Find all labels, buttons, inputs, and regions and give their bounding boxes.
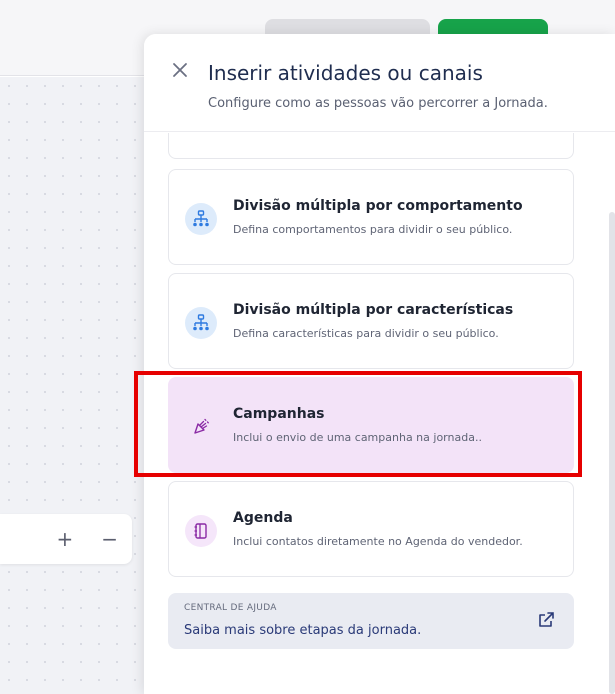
insert-activities-panel: Inserir atividades ou canais Configure c… bbox=[144, 34, 615, 694]
split-tree-icon bbox=[185, 203, 217, 235]
zoom-out-button[interactable]: − bbox=[101, 529, 118, 549]
card-title: Divisão múltipla por características bbox=[233, 302, 514, 318]
card-description: Inclui contatos diretamente no Agenda do… bbox=[233, 535, 523, 548]
card-description: Defina características para dividir o se… bbox=[233, 327, 499, 340]
panel-scrollbar[interactable] bbox=[609, 212, 615, 694]
help-center-link[interactable]: CENTRAL DE AJUDA Saiba mais sobre etapas… bbox=[168, 593, 574, 649]
split-tree-icon bbox=[185, 307, 217, 339]
activities-list: Divisão múltipla por comportamento Defin… bbox=[144, 133, 615, 694]
activity-card-partial[interactable] bbox=[168, 133, 574, 159]
close-icon[interactable] bbox=[170, 60, 190, 80]
help-link-text[interactable]: Saiba mais sobre etapas da jornada. bbox=[184, 623, 421, 638]
zoom-controls: + − bbox=[0, 514, 132, 564]
card-title: Agenda bbox=[233, 510, 293, 526]
activity-card-characteristics-split[interactable]: Divisão múltipla por características Def… bbox=[168, 273, 574, 369]
panel-title: Inserir atividades ou canais bbox=[208, 61, 483, 85]
megaphone-icon bbox=[185, 411, 217, 443]
activity-card-campaigns[interactable]: Campanhas Inclui o envio de uma campanha… bbox=[168, 377, 574, 473]
card-title: Campanhas bbox=[233, 406, 325, 422]
panel-header: Inserir atividades ou canais Configure c… bbox=[144, 34, 615, 132]
zoom-in-button[interactable]: + bbox=[56, 529, 73, 549]
notebook-icon bbox=[185, 515, 217, 547]
card-description: Inclui o envio de uma campanha na jornad… bbox=[233, 431, 482, 444]
external-link-icon[interactable] bbox=[536, 610, 556, 630]
activity-card-behavior-split[interactable]: Divisão múltipla por comportamento Defin… bbox=[168, 169, 574, 265]
panel-subtitle: Configure como as pessoas vão percorrer … bbox=[208, 96, 548, 111]
activity-card-agenda[interactable]: Agenda Inclui contatos diretamente no Ag… bbox=[168, 481, 574, 577]
help-center-label: CENTRAL DE AJUDA bbox=[184, 603, 277, 613]
card-description: Defina comportamentos para dividir o seu… bbox=[233, 223, 513, 236]
card-title: Divisão múltipla por comportamento bbox=[233, 198, 523, 214]
